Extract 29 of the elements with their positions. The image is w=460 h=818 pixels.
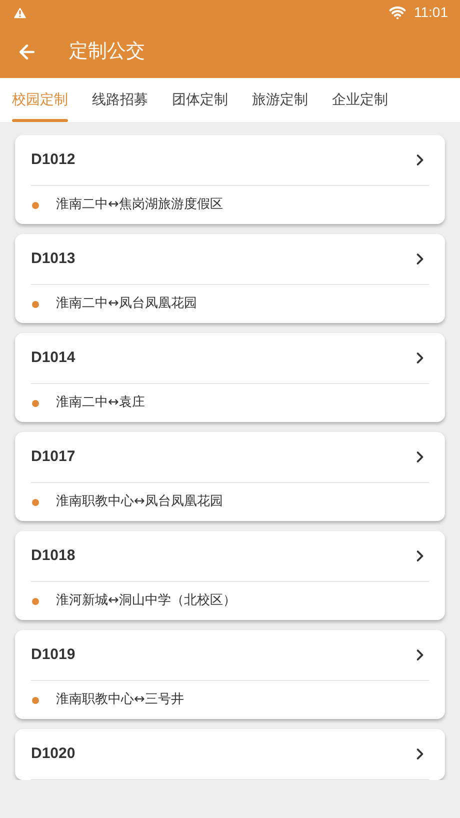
tab[interactable]: 企业定制: [332, 78, 388, 122]
tab[interactable]: 旅游定制: [252, 78, 308, 122]
route-card[interactable]: D1014 淮南二中↔袁庄: [15, 333, 445, 422]
route-stops: 淮南二中↔凤台凤凰花园: [56, 295, 197, 314]
status-time: 11:01: [414, 3, 448, 22]
route-card[interactable]: D1018 淮河新城↔洞山中学（北校区）: [15, 531, 445, 620]
warning-icon: [12, 4, 28, 20]
route-stops: 淮南职教中心↔凤台凤凰花园: [56, 493, 223, 512]
route-card[interactable]: D1019 淮南职教中心↔三号井: [15, 630, 445, 719]
tab-indicator: [12, 119, 68, 122]
tab[interactable]: 线路招募: [92, 78, 148, 122]
route-card[interactable]: D1020: [15, 729, 445, 780]
wifi-icon: [389, 4, 406, 21]
route-stops: 淮南职教中心↔三号井: [56, 691, 184, 710]
route-stops: 淮南二中↔焦岗湖旅游度假区: [56, 196, 223, 214]
route-code: D1017: [31, 446, 76, 467]
route-card[interactable]: D1013 淮南二中↔凤台凤凰花园: [15, 234, 445, 323]
route-code: D1014: [31, 348, 76, 368]
route-stops: 淮南二中↔袁庄: [56, 394, 145, 412]
route-card[interactable]: D1012 淮南二中↔焦岗湖旅游度假区: [15, 135, 445, 224]
route-stops: 淮河新城↔洞山中学（北校区）: [56, 592, 236, 610]
route-code: D1020: [31, 744, 76, 764]
route-card[interactable]: D1017 淮南职教中心↔凤台凤凰花园: [15, 432, 445, 521]
app-bar-title: 定制公交: [69, 39, 145, 64]
route-code: D1013: [31, 248, 76, 269]
route-code: D1019: [31, 644, 76, 665]
tab[interactable]: 团体定制: [172, 78, 228, 122]
route-code: D1018: [31, 546, 76, 566]
route-code: D1012: [31, 150, 76, 170]
